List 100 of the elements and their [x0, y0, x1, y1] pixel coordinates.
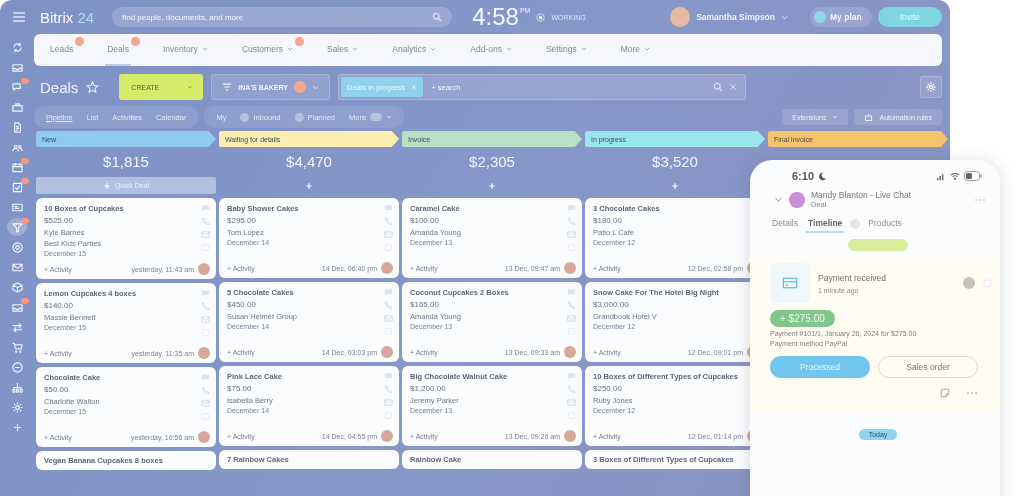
- close-icon[interactable]: [729, 83, 737, 91]
- phone-tab[interactable]: Timeline: [806, 215, 845, 233]
- caret-icon: [386, 114, 393, 120]
- deal-amount: $450.00: [227, 299, 257, 311]
- phone-icon[interactable]: [567, 217, 576, 226]
- stage-total: $2,305: [468, 152, 516, 172]
- note-icon[interactable]: [940, 388, 950, 398]
- signal-icon: [936, 171, 946, 181]
- nav-tab[interactable]: Deals: [105, 34, 131, 66]
- envelope-icon[interactable]: [567, 398, 576, 407]
- chat-avatar: [789, 191, 805, 208]
- tag-pill[interactable]: [848, 239, 908, 251]
- plus-icon[interactable]: [305, 181, 313, 190]
- checkbox-icon[interactable]: [983, 278, 992, 288]
- nav-tab[interactable]: Inventory: [160, 34, 210, 66]
- nav-tab[interactable]: Sales: [324, 34, 361, 66]
- chat-icon[interactable]: [567, 372, 576, 381]
- envelope-icon[interactable]: [384, 230, 393, 239]
- nav-tab[interactable]: Settings: [543, 34, 589, 66]
- chat-icon[interactable]: [201, 289, 210, 298]
- user-avatar: [564, 262, 576, 274]
- circle-icon: [294, 112, 304, 122]
- wifi-icon: [950, 171, 960, 181]
- menu-icon[interactable]: [12, 10, 26, 24]
- nav-tab[interactable]: More: [618, 34, 652, 66]
- star-icon[interactable]: [86, 80, 100, 94]
- phone-icon[interactable]: [201, 217, 210, 226]
- envelope-icon[interactable]: [201, 230, 210, 239]
- checkbox-icon: [11, 181, 23, 193]
- chat-icon[interactable]: [567, 204, 576, 213]
- user-name[interactable]: Samantha Simpson: [696, 12, 775, 22]
- moon-icon: [818, 171, 828, 181]
- phone-tab[interactable]: Details: [770, 215, 800, 233]
- filter-icon: [222, 82, 233, 92]
- user-avatar: [198, 347, 210, 359]
- nav-tab[interactable]: Customers: [239, 34, 295, 66]
- sync-icon: [11, 41, 23, 53]
- envelope-icon[interactable]: [384, 314, 393, 323]
- user-avatar: [564, 346, 576, 358]
- tray-icon: [11, 61, 23, 73]
- settings-button[interactable]: [920, 76, 942, 98]
- phone-icon[interactable]: [201, 302, 210, 311]
- user-avatar[interactable]: [670, 7, 691, 27]
- user-avatar: [198, 263, 210, 275]
- envelope-icon[interactable]: [567, 314, 576, 323]
- phone-icon[interactable]: [567, 385, 576, 394]
- phone-time: 6:10: [792, 170, 815, 182]
- nav-tab[interactable]: Add-ons: [468, 34, 514, 66]
- hierarchy-icon: [11, 381, 23, 393]
- envelope-icon: [11, 261, 23, 273]
- search-icon[interactable]: [713, 82, 723, 92]
- chat-icon[interactable]: [201, 373, 210, 382]
- nav-tab[interactable]: Analytics: [390, 34, 439, 66]
- chevron-down-icon[interactable]: [774, 195, 783, 204]
- close-icon[interactable]: [411, 84, 418, 90]
- settings-icon: [926, 82, 936, 92]
- nav-tab[interactable]: Leads: [48, 34, 76, 66]
- envelope-icon[interactable]: [201, 315, 210, 324]
- chat-icon[interactable]: [384, 372, 393, 381]
- deal-amount: $75.00: [227, 383, 253, 395]
- chat-icon[interactable]: [384, 288, 393, 297]
- envelope-icon[interactable]: [201, 399, 210, 408]
- stage-total: $4,470: [285, 152, 333, 172]
- phone-icon[interactable]: [567, 301, 576, 310]
- funnel-icon: [11, 221, 23, 233]
- plus-icon[interactable]: [671, 181, 679, 190]
- sidebar-item[interactable]: [7, 218, 27, 236]
- envelope-icon[interactable]: [384, 398, 393, 407]
- user-avatar: [564, 430, 576, 442]
- user-avatar: [381, 430, 393, 442]
- deal-amount: $50.00: [44, 384, 70, 396]
- swap-arrows-icon: [11, 321, 23, 333]
- deal-amount: $3,000.00: [593, 299, 630, 311]
- amount-tag: + $275.00: [770, 310, 835, 327]
- chat-icon[interactable]: [384, 204, 393, 213]
- calendar-icon: [11, 161, 23, 173]
- envelope-icon[interactable]: [567, 230, 576, 239]
- counter-badge: [850, 219, 861, 229]
- phone-tab[interactable]: Products: [866, 215, 904, 233]
- cube-icon: [11, 281, 23, 293]
- phone-icon[interactable]: [384, 217, 393, 226]
- plus-icon: [102, 181, 111, 190]
- deal-amount: $250.00: [593, 383, 623, 395]
- circle-icon: [240, 112, 250, 122]
- phone-icon[interactable]: [384, 301, 393, 310]
- counter-badge: [370, 113, 383, 121]
- notification-badge: [294, 81, 306, 93]
- deal-amount: $180.00: [593, 215, 623, 227]
- plus-icon[interactable]: [488, 181, 496, 190]
- stage-total: $1,815: [102, 152, 150, 172]
- phone-icon[interactable]: [384, 385, 393, 394]
- caret-icon: [187, 84, 194, 90]
- robot-icon: [864, 112, 874, 122]
- deal-amount: $100.00: [410, 215, 440, 227]
- card-icon: [11, 201, 23, 213]
- chat-icon[interactable]: [201, 204, 210, 213]
- sales-order-button[interactable]: Sales order: [878, 356, 978, 378]
- phone-icon[interactable]: [201, 386, 210, 395]
- chat-icon[interactable]: [567, 288, 576, 297]
- user-avatar: [381, 262, 393, 274]
